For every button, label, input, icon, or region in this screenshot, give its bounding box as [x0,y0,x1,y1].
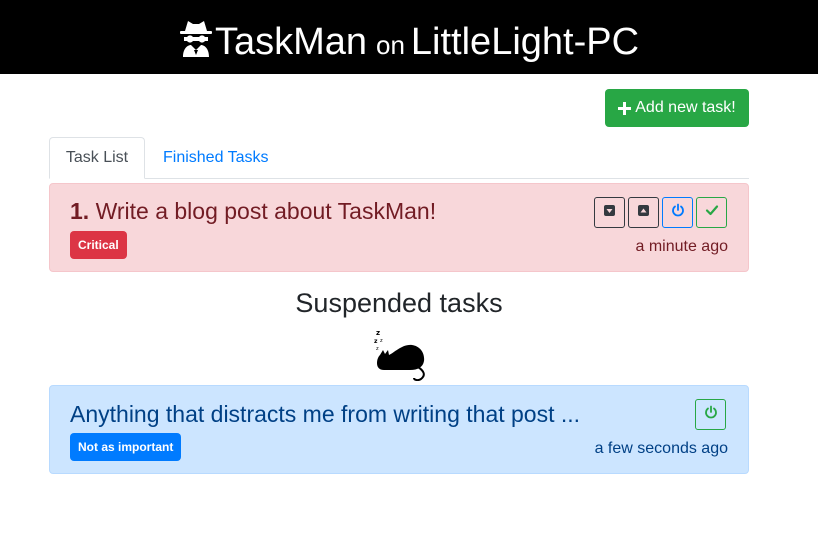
task-number: 1. [70,198,90,224]
tab-finished-tasks[interactable]: Finished Tasks [161,137,271,179]
task-card-suspended: Anything that distracts me from writing … [49,385,749,474]
complete-button[interactable] [696,197,727,228]
task-timestamp: a few seconds ago [594,440,728,457]
svg-text:z: z [374,338,378,345]
task-title: 1. Write a blog post about TaskMan! [70,198,436,225]
check-icon [705,203,719,222]
move-down-icon [603,204,616,222]
move-down-button[interactable] [594,197,625,228]
add-task-label: Add new task! [635,99,736,116]
priority-badge: Critical [70,231,127,259]
tab-task-list[interactable]: Task List [49,137,145,179]
sleeping-cat-icon: z z z z [374,327,426,386]
priority-badge: Not as important [70,433,182,461]
move-up-button[interactable] [628,197,659,228]
app-header: TaskMan on LittleLight-PC [0,0,818,74]
task-title-text: Anything that distracts me from writing … [70,401,581,427]
add-task-button[interactable]: Add new task! [605,89,749,127]
suspend-icon [671,203,685,222]
resume-button[interactable] [695,399,726,430]
task-tabs: Task List Finished Tasks [49,137,749,179]
svg-text:z: z [376,346,379,352]
host-name: LittleLight-PC [410,21,640,63]
task-timestamp: a minute ago [635,238,728,255]
suspended-tasks-heading: Suspended tasks [295,288,503,318]
spy-icon [179,19,213,61]
move-up-icon [637,204,650,222]
suspend-button[interactable] [662,197,693,228]
app-name: TaskMan [214,21,367,63]
task-card-critical: 1. Write a blog post about TaskMan! Crit… [49,183,749,272]
app-brand: TaskMan on LittleLight-PC [0,19,818,61]
plus-icon [618,101,632,115]
resume-icon [704,405,718,424]
task-title-text: Write a blog post about TaskMan! [95,198,437,224]
header-connector: on [376,30,405,60]
svg-text:z: z [376,329,380,337]
svg-text:z: z [380,338,383,344]
